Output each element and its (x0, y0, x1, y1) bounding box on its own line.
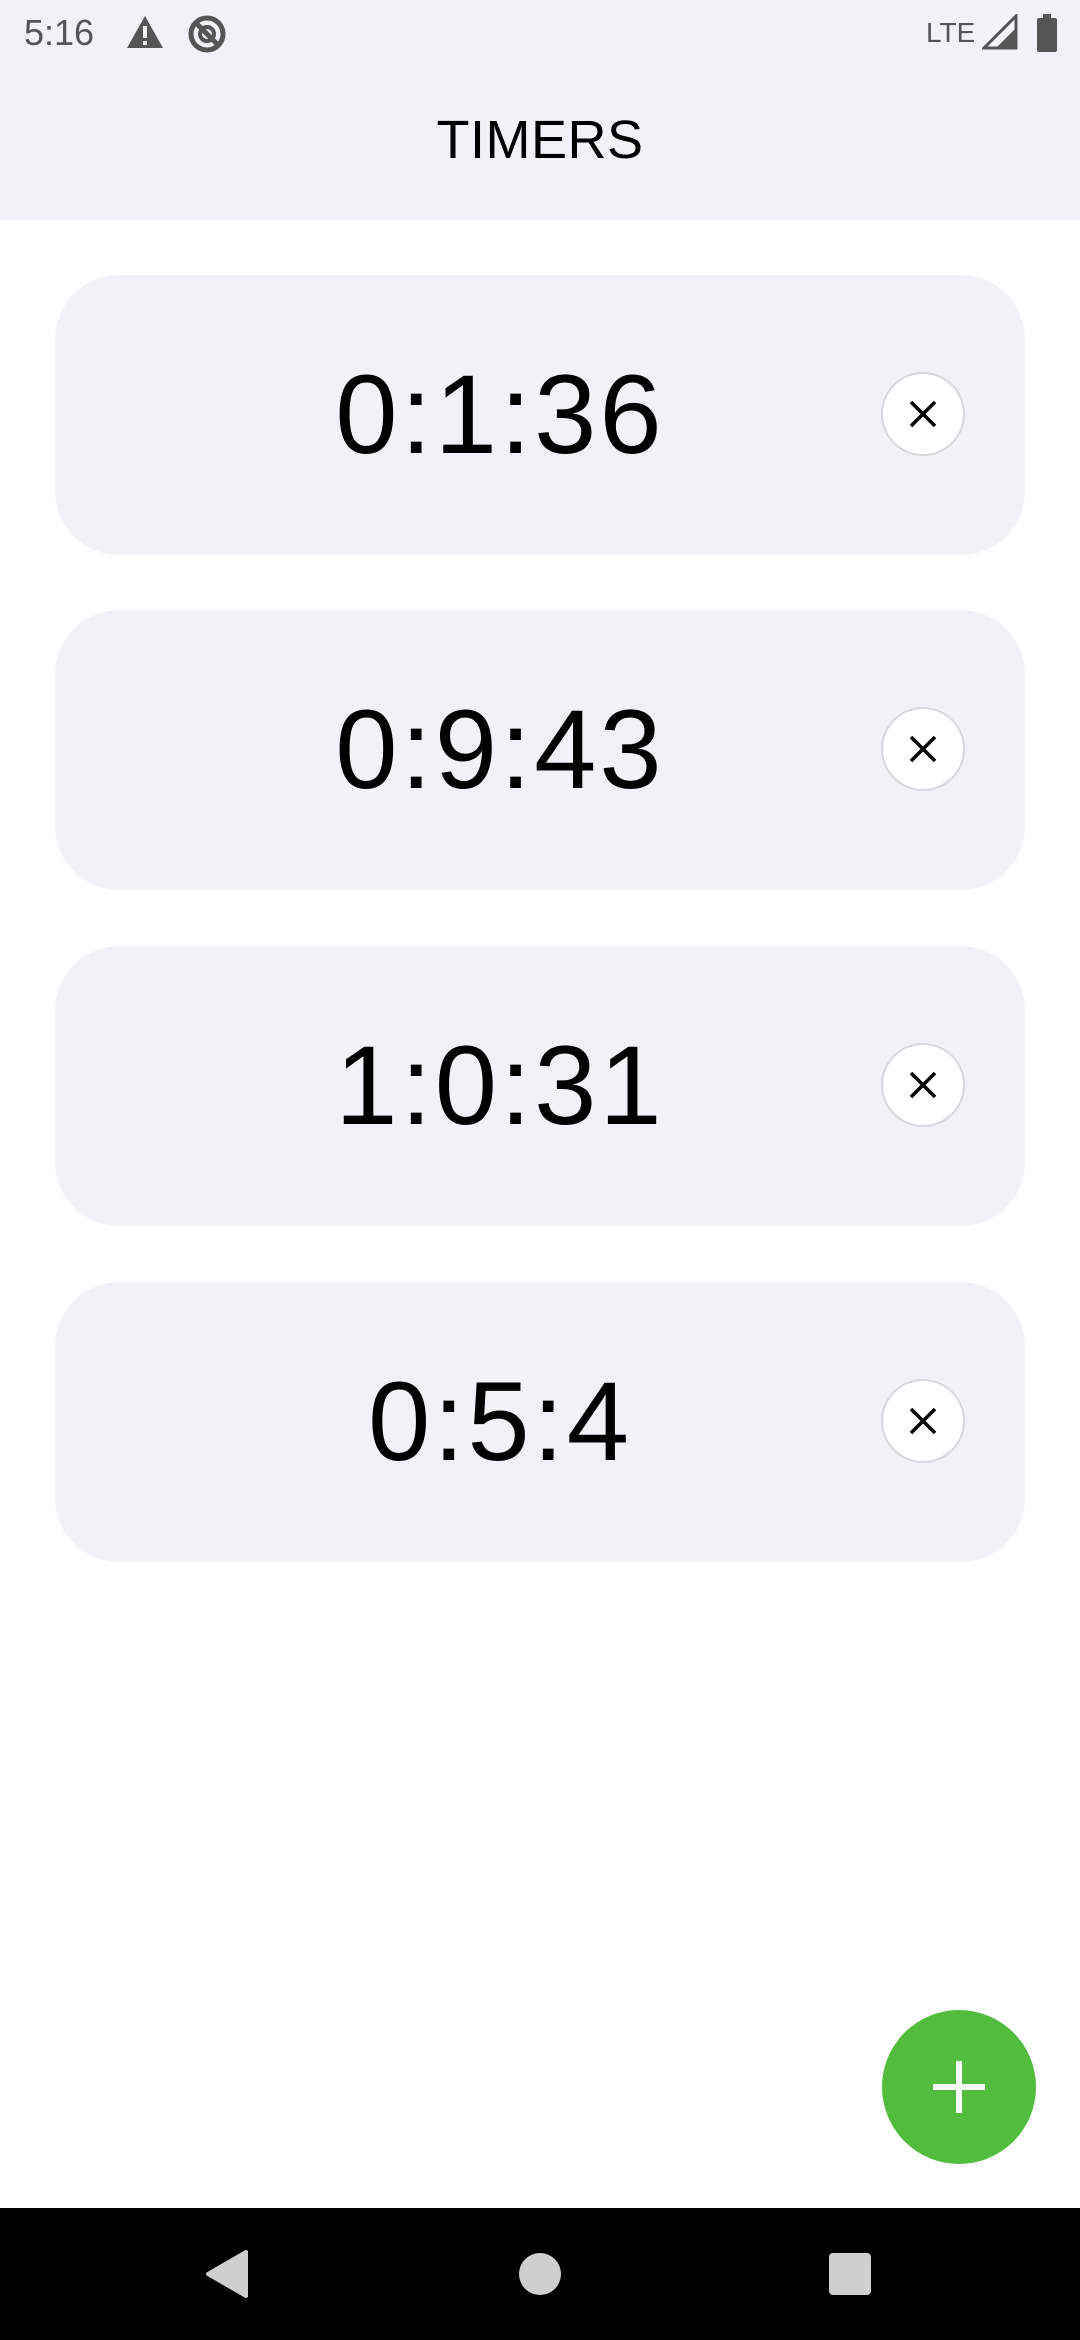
recents-button[interactable] (780, 2208, 920, 2340)
close-icon (909, 1407, 937, 1435)
signal-icon (980, 12, 1018, 55)
close-icon (909, 735, 937, 763)
app-bar: TIMERS (0, 66, 1080, 220)
timer-card[interactable]: 1:0:31 (55, 946, 1025, 1226)
back-icon (206, 2250, 248, 2298)
timer-value: 1:0:31 (335, 1023, 665, 1148)
page-title: TIMERS (436, 110, 644, 170)
battery-icon (1036, 14, 1058, 57)
back-button[interactable] (156, 2208, 296, 2340)
plus-icon (933, 2061, 985, 2113)
timer-value: 0:1:36 (335, 352, 665, 477)
blocked-sync-icon (187, 14, 227, 59)
status-time: 5:16 (24, 12, 95, 53)
close-icon (909, 400, 937, 428)
close-icon (909, 1071, 937, 1099)
home-icon (519, 2253, 561, 2295)
remove-timer-button[interactable] (881, 1379, 965, 1463)
timer-card[interactable]: 0:5:4 (55, 1282, 1025, 1562)
recents-icon (829, 2253, 871, 2295)
timer-value: 0:9:43 (335, 687, 665, 812)
status-bar: 5:16 LTE (0, 0, 1080, 66)
warning-icon (126, 14, 164, 55)
add-timer-button[interactable] (882, 2010, 1036, 2164)
timer-card[interactable]: 0:9:43 (55, 610, 1025, 890)
timer-value: 0:5:4 (367, 1359, 633, 1484)
remove-timer-button[interactable] (881, 1043, 965, 1127)
system-nav-bar (0, 2208, 1080, 2340)
home-button[interactable] (470, 2208, 610, 2340)
network-type: LTE (926, 17, 976, 48)
remove-timer-button[interactable] (881, 707, 965, 791)
remove-timer-button[interactable] (881, 372, 965, 456)
timer-card[interactable]: 0:1:36 (55, 275, 1025, 555)
